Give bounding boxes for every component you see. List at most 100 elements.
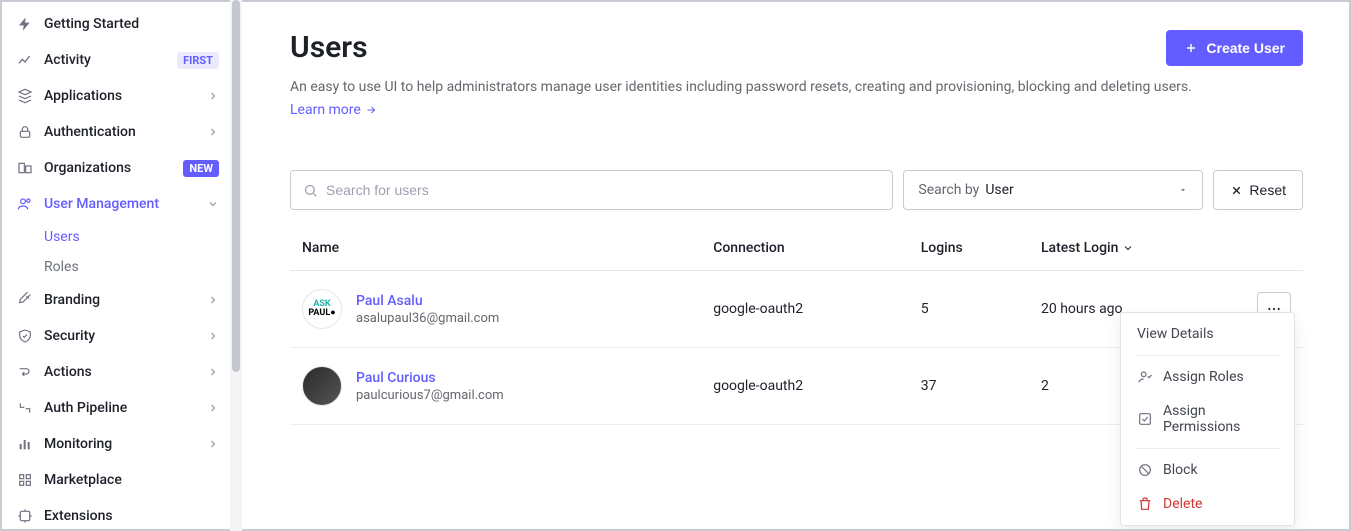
flow-icon [16, 363, 34, 381]
sidebar-item-branding[interactable]: Branding [2, 282, 231, 318]
lock-icon [16, 123, 34, 141]
column-header-latest-login[interactable]: Latest Login [1029, 226, 1243, 271]
sidebar-item-authentication[interactable]: Authentication [2, 114, 231, 150]
menu-item-delete[interactable]: Delete [1121, 487, 1294, 521]
column-header-logins[interactable]: Logins [909, 226, 1029, 271]
sidebar-item-user-management[interactable]: User Management [2, 186, 231, 222]
reset-button-label: Reset [1249, 182, 1286, 198]
connection-value: google-oauth2 [701, 271, 909, 348]
pipeline-icon [16, 399, 34, 417]
sidebar-item-label: Security [44, 328, 207, 344]
search-input-wrapper[interactable] [290, 170, 893, 210]
org-icon [16, 159, 34, 177]
chevron-right-icon [207, 438, 219, 450]
sidebar-item-organizations[interactable]: Organizations NEW [2, 150, 231, 186]
chevron-right-icon [207, 366, 219, 378]
reset-button[interactable]: Reset [1213, 170, 1303, 210]
sidebar-item-label: Getting Started [44, 16, 219, 32]
caret-down-icon [1178, 185, 1188, 195]
chart-icon [16, 51, 34, 69]
chevron-down-icon [207, 198, 219, 210]
logins-value: 5 [909, 271, 1029, 348]
chevron-right-icon [207, 90, 219, 102]
sidebar-sub-items: Users Roles [2, 222, 231, 282]
menu-item-assign-roles[interactable]: Assign Roles [1121, 360, 1294, 394]
close-icon [1230, 184, 1243, 197]
sidebar-item-marketplace[interactable]: Marketplace [2, 462, 231, 498]
new-badge: NEW [183, 160, 219, 177]
users-icon [16, 195, 34, 213]
sidebar-item-label: Monitoring [44, 436, 207, 452]
sidebar-item-label: Actions [44, 364, 207, 380]
sidebar-item-activity[interactable]: Activity FIRST [2, 42, 231, 78]
column-header-name[interactable]: Name [290, 226, 701, 271]
sidebar-sub-item-roles[interactable]: Roles [34, 252, 231, 282]
search-by-value: User [985, 182, 1178, 198]
sidebar-item-label: Organizations [44, 160, 177, 176]
learn-more-label: Learn more [290, 102, 361, 118]
learn-more-link[interactable]: Learn more [290, 102, 377, 118]
sidebar-item-auth-pipeline[interactable]: Auth Pipeline [2, 390, 231, 426]
user-name-link[interactable]: Paul Asalu [356, 293, 499, 309]
sidebar-item-label: Branding [44, 292, 207, 308]
sidebar-item-label: Applications [44, 88, 207, 104]
sidebar-scrollbar-track [230, 0, 242, 531]
sidebar-item-label: Auth Pipeline [44, 400, 207, 416]
sidebar-scrollbar-thumb[interactable] [232, 0, 240, 372]
menu-item-block[interactable]: Block [1121, 453, 1294, 487]
menu-separator [1135, 448, 1280, 449]
sidebar-item-label: Extensions [44, 508, 219, 524]
page-title: Users [290, 30, 368, 65]
avatar: ASKPAUL● [302, 289, 342, 329]
chevron-right-icon [207, 294, 219, 306]
sort-down-icon [1122, 242, 1134, 254]
sidebar: Getting Started Activity FIRST Applicati… [2, 2, 232, 529]
sidebar-item-extensions[interactable]: Extensions [2, 498, 231, 529]
sidebar-sub-item-users[interactable]: Users [34, 222, 231, 252]
ext-icon [16, 507, 34, 525]
plus-icon [1184, 41, 1198, 55]
sidebar-item-label: Marketplace [44, 472, 219, 488]
menu-separator [1135, 355, 1280, 356]
avatar [302, 366, 342, 406]
page-description: An easy to use UI to help administrators… [290, 76, 1303, 98]
sidebar-item-getting-started[interactable]: Getting Started [2, 6, 231, 42]
create-user-button[interactable]: Create User [1166, 30, 1303, 66]
row-actions-menu: View Details Assign Roles Assign Permiss… [1120, 312, 1295, 526]
bars-icon [16, 435, 34, 453]
chevron-right-icon [207, 402, 219, 414]
user-role-icon [1137, 369, 1153, 385]
user-email: asalupaul36@gmail.com [356, 311, 499, 326]
sidebar-item-label: Activity [44, 52, 171, 68]
arrow-right-icon [365, 104, 377, 116]
market-icon [16, 471, 34, 489]
logins-value: 37 [909, 348, 1029, 425]
sidebar-item-label: Authentication [44, 124, 207, 140]
checklist-icon [1137, 411, 1153, 427]
search-input[interactable] [326, 182, 880, 198]
search-by-select[interactable]: Search by User [903, 170, 1203, 210]
connection-value: google-oauth2 [701, 348, 909, 425]
sidebar-item-actions[interactable]: Actions [2, 354, 231, 390]
menu-item-view-details[interactable]: View Details [1121, 317, 1294, 351]
bolt-icon [16, 15, 34, 33]
sidebar-item-applications[interactable]: Applications [2, 78, 231, 114]
shield-icon [16, 327, 34, 345]
search-icon [303, 183, 318, 198]
menu-item-assign-permissions[interactable]: Assign Permissions [1121, 394, 1294, 444]
first-badge: FIRST [177, 52, 219, 69]
main-content: Users Create User An easy to use UI to h… [244, 2, 1349, 529]
user-name-link[interactable]: Paul Curious [356, 370, 504, 386]
trash-icon [1137, 496, 1153, 512]
user-email: paulcurious7@gmail.com [356, 388, 504, 403]
brush-icon [16, 291, 34, 309]
sidebar-item-monitoring[interactable]: Monitoring [2, 426, 231, 462]
create-user-button-label: Create User [1206, 40, 1285, 56]
sidebar-item-security[interactable]: Security [2, 318, 231, 354]
chevron-right-icon [207, 330, 219, 342]
chevron-right-icon [207, 126, 219, 138]
sidebar-item-label: User Management [44, 196, 207, 212]
apps-icon [16, 87, 34, 105]
column-header-connection[interactable]: Connection [701, 226, 909, 271]
search-by-label: Search by [918, 182, 979, 198]
